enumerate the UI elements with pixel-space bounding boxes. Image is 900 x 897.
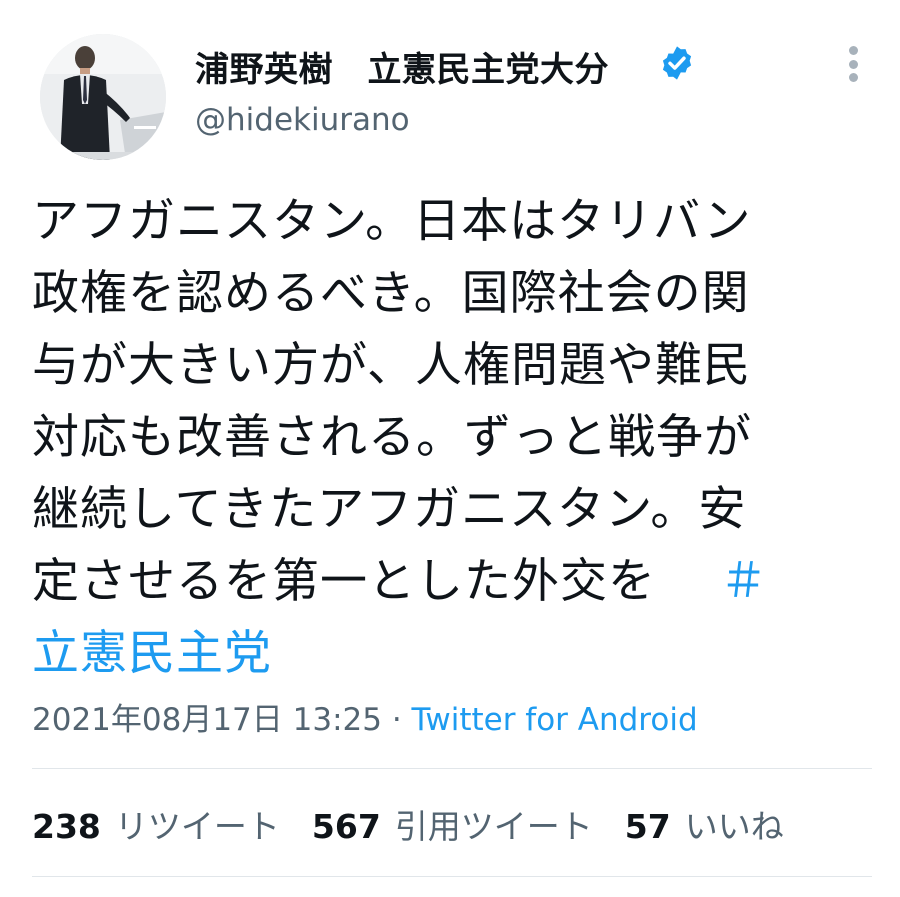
quotes-count: 567: [311, 807, 381, 846]
likes-count: 57: [624, 807, 671, 846]
tweet-text-segment: 定させるを第一とした外交を: [32, 554, 656, 609]
likes-label: いいね: [684, 807, 784, 846]
tweet-text-line: 継続してきたアフガニスタン。安: [32, 482, 747, 537]
quotes-label: 引用ツイート: [394, 807, 593, 846]
tweet-source-link[interactable]: Twitter for Android: [412, 702, 698, 738]
meta-separator: ·: [381, 702, 412, 738]
retweets-stat[interactable]: 238 リツイート: [32, 800, 280, 848]
tweet-text-line: 対応も改善される。ずっと戦争が: [32, 410, 752, 465]
retweets-label: リツイート: [114, 807, 280, 846]
tweet-meta: 2021年08月17日 13:25 · Twitter for Android: [32, 694, 698, 739]
likes-stat[interactable]: 57 いいね: [625, 800, 784, 848]
hashtag-prefix[interactable]: ＃: [720, 554, 768, 609]
tweet-text-line: 与が大きい方が、人権問題や難民: [32, 338, 752, 393]
more-dot-icon: [848, 73, 858, 82]
verified-badge-icon: [662, 46, 692, 80]
quotes-stat[interactable]: 567 引用ツイート: [312, 800, 593, 848]
retweets-count: 238: [32, 807, 101, 846]
divider: [32, 876, 872, 877]
tweet-text-line: アフガニスタン。日本はタリバン: [32, 194, 752, 249]
display-name[interactable]: 浦野英樹 立憲民主党大分: [195, 42, 609, 91]
person-at-podium-avatar-icon: [40, 34, 166, 160]
tweet-card: 浦野英樹 立憲民主党大分 @hideki​urano アフガニスタン。日本はタリ…: [0, 0, 900, 897]
divider: [32, 768, 872, 769]
more-options-button[interactable]: [838, 44, 868, 84]
more-dot-icon: [848, 46, 858, 55]
user-handle[interactable]: @hideki​urano: [195, 102, 410, 138]
more-dot-icon: [848, 59, 858, 69]
avatar[interactable]: [40, 34, 166, 160]
tweet-text-line: 政権を認めるべき。国際社会の関: [32, 266, 750, 321]
tweet-text: アフガニスタン。日本はタリバン 政権を認めるべき。国際社会の関 与が大きい方が、…: [32, 186, 872, 690]
tweet-timestamp[interactable]: 2021年08月17日 13:25: [32, 702, 382, 738]
tweet-stats: 238 リツイート 567 引用ツイート 57 いいね: [32, 800, 816, 848]
tweet-text-line-with-hashtag: 定させるを第一とした外交を ＃: [32, 546, 872, 618]
hashtag-link[interactable]: 立憲民主党: [32, 626, 272, 681]
tweet-text-line: 立憲民主党: [32, 618, 872, 690]
